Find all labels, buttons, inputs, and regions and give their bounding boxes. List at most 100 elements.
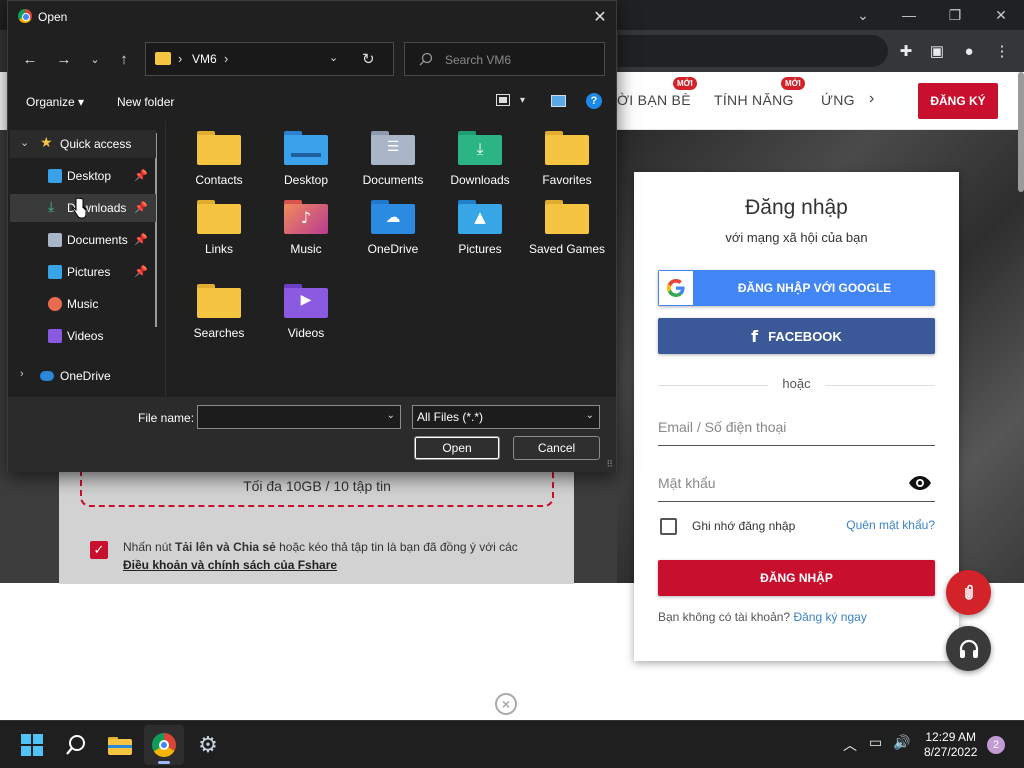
folder-icon	[545, 131, 589, 167]
search-button[interactable]	[56, 725, 96, 765]
window-close-button[interactable]: ✕	[978, 0, 1024, 30]
sidebar-item-documents[interactable]: Documents 📌	[10, 226, 156, 254]
forgot-password-link[interactable]: Quên mật khẩu?	[846, 518, 935, 532]
minimize-button[interactable]: —	[886, 0, 932, 30]
attach-fab-button[interactable]	[946, 570, 991, 615]
eye-icon[interactable]	[909, 476, 931, 490]
register-link[interactable]: Đăng ký ngay	[793, 610, 866, 624]
file-item-desktop[interactable]: Desktop	[266, 131, 346, 188]
nav-item-friends[interactable]: ỜI BẠN BÈ	[617, 92, 691, 108]
system-clock[interactable]: 12:29 AM 8/27/2022	[924, 730, 977, 760]
folder-address-bar[interactable]: › VM6 › ⌄ ↻	[145, 42, 394, 76]
new-folder-button[interactable]: New folder	[117, 95, 174, 109]
terms-link[interactable]: Điều khoản và chính sách của Fshare	[123, 558, 337, 572]
forward-arrow-icon[interactable]: →	[53, 48, 75, 70]
settings-taskbar-button[interactable]: ⚙	[188, 725, 228, 765]
up-arrow-icon[interactable]: ↑	[113, 48, 135, 70]
file-item-searches[interactable]: Searches	[179, 284, 259, 341]
organize-menu-button[interactable]: Organize ▾	[26, 95, 84, 109]
menu-kebab-icon[interactable]: ⋮	[990, 39, 1014, 63]
terms-bold: Tải lên và Chia sẻ	[175, 540, 276, 554]
breadcrumb-separator-icon[interactable]: ›	[178, 51, 182, 66]
sidebar-item-quick-access[interactable]: ⌄ ★ Quick access	[10, 130, 156, 158]
file-item-saved-games[interactable]: Saved Games	[527, 200, 607, 257]
network-icon[interactable]: ▭	[869, 735, 882, 751]
dialog-close-button[interactable]: ✕	[584, 1, 616, 33]
view-options-caret-icon[interactable]: ▾	[520, 95, 525, 106]
restore-button[interactable]: ❐	[932, 0, 978, 30]
nav-item-apps[interactable]: ỨNG	[821, 92, 855, 108]
side-panel-icon[interactable]: ▣	[925, 39, 949, 63]
profile-icon[interactable]: ●	[957, 39, 981, 63]
file-name-input[interactable]: ⌄	[197, 405, 401, 429]
pin-icon[interactable]: 📌	[134, 201, 148, 214]
cancel-button[interactable]: Cancel	[513, 436, 600, 460]
file-item-documents[interactable]: ☰ Documents	[353, 131, 433, 188]
pictures-folder-icon: ▲	[458, 200, 502, 236]
file-type-select[interactable]: All Files (*.*) ⌄	[412, 405, 600, 429]
preview-pane-icon[interactable]	[551, 95, 566, 107]
file-name-dropdown-icon[interactable]: ⌄	[387, 410, 395, 421]
address-bar[interactable]	[618, 35, 888, 67]
file-item-music[interactable]: ♪ Music	[266, 200, 346, 257]
file-item-pictures[interactable]: ▲ Pictures	[440, 200, 520, 257]
refresh-icon[interactable]: ↻	[362, 50, 375, 68]
pin-icon[interactable]: 📌	[134, 169, 148, 182]
email-field[interactable]: Email / Số điện thoại	[658, 410, 935, 446]
close-circle-icon[interactable]: ×	[495, 693, 517, 715]
back-arrow-icon[interactable]: ←	[19, 48, 41, 70]
file-type-dropdown-icon[interactable]: ⌄	[586, 410, 594, 421]
sidebar-item-pictures[interactable]: Pictures 📌	[10, 258, 156, 286]
remember-me-checkbox[interactable]	[660, 518, 677, 535]
folder-search-input[interactable]: Search VM6	[404, 42, 605, 76]
file-item-contacts[interactable]: Contacts	[179, 131, 259, 188]
support-fab-button[interactable]	[946, 626, 991, 671]
file-explorer-icon	[108, 737, 132, 755]
open-button[interactable]: Open	[414, 436, 500, 460]
upload-dropzone[interactable]: Tối đa 10GB / 10 tập tin	[80, 466, 554, 507]
page-scrollbar[interactable]	[1018, 72, 1024, 192]
navigation-pane: ⌄ ★ Quick access Desktop 📌 ⤓ Downloads 📌…	[8, 121, 166, 397]
volume-icon[interactable]: 🔊	[893, 735, 910, 751]
file-item-links[interactable]: Links	[179, 200, 259, 257]
pin-icon[interactable]: 📌	[134, 233, 148, 246]
start-button[interactable]	[12, 725, 52, 765]
expand-chevron-icon[interactable]: ›	[20, 368, 24, 380]
notification-badge[interactable]: 2	[987, 736, 1005, 754]
breadcrumb-vm6[interactable]: VM6	[192, 52, 217, 66]
file-item-onedrive[interactable]: ☁ OneDrive	[353, 200, 433, 257]
password-field[interactable]: Mật khẩu	[658, 466, 935, 502]
facebook-login-button[interactable]: f FACEBOOK	[658, 318, 935, 354]
terms-checkbox[interactable]: ✓	[90, 541, 108, 559]
change-view-icon[interactable]	[496, 94, 510, 106]
sidebar-item-desktop[interactable]: Desktop 📌	[10, 162, 156, 190]
recent-locations-chevron-icon[interactable]: ⌄	[84, 48, 106, 70]
breadcrumb-separator-icon[interactable]: ›	[224, 51, 228, 66]
chrome-taskbar-button[interactable]	[144, 725, 184, 765]
file-item-downloads[interactable]: ⤓ Downloads	[440, 131, 520, 188]
login-submit-button[interactable]: ĐĂNG NHẬP	[658, 560, 935, 596]
sidebar-item-music[interactable]: Music	[10, 290, 156, 318]
downloads-icon: ⤓	[48, 199, 55, 215]
collapse-chevron-icon[interactable]: ⌄	[20, 136, 29, 149]
search-placeholder: Search VM6	[445, 53, 512, 67]
help-icon[interactable]: ?	[586, 93, 602, 109]
pin-icon[interactable]: 📌	[134, 265, 148, 278]
file-item-videos[interactable]: ▶ Videos	[266, 284, 346, 341]
resize-grip-icon[interactable]: ⠿	[606, 459, 613, 470]
open-file-dialog: Open ✕ ← → ⌄ ↑ › VM6 › ⌄ ↻ Search VM6 Or…	[7, 0, 617, 472]
google-icon	[659, 271, 693, 305]
signup-button[interactable]: ĐĂNG KÝ	[918, 83, 998, 119]
google-login-button[interactable]: ĐĂNG NHẬP VỚI GOOGLE	[658, 270, 935, 306]
sidebar-item-videos[interactable]: Videos	[10, 322, 156, 350]
file-explorer-button[interactable]	[100, 725, 140, 765]
tab-search-icon[interactable]: ⌄	[840, 0, 886, 30]
sidebar-item-onedrive[interactable]: › OneDrive	[10, 362, 156, 390]
extensions-icon[interactable]: ✚	[894, 39, 918, 63]
nav-item-features[interactable]: TÍNH NĂNG	[714, 92, 794, 108]
show-hidden-icons-chevron-icon[interactable]: ︿	[843, 735, 857, 755]
nav-next-chevron-icon[interactable]: ›	[869, 90, 875, 108]
file-item-favorites[interactable]: Favorites	[527, 131, 607, 188]
music-folder-icon: ♪	[284, 200, 328, 236]
address-dropdown-icon[interactable]: ⌄	[329, 51, 338, 64]
